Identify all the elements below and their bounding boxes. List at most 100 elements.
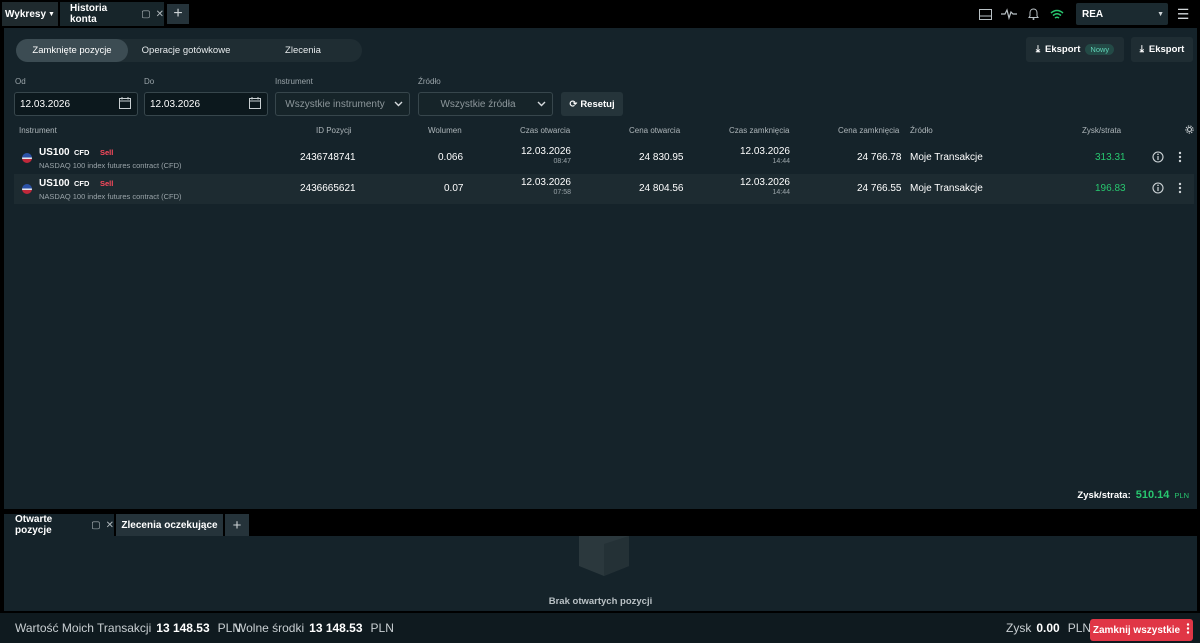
row-open-time: 12.03.2026 08:47 <box>514 146 571 165</box>
signal-icon[interactable] <box>998 3 1020 25</box>
header-open-time: Czas otwarcia <box>520 126 571 135</box>
tab-account-history-label: Historia konta <box>70 3 108 25</box>
export-label: Eksport <box>1148 44 1185 55</box>
total-pnl-currency: PLN <box>1174 491 1189 500</box>
segment-cash-operations[interactable]: Operacje gotówkowe <box>128 39 244 62</box>
chevron-down-icon <box>537 99 546 110</box>
status-value-amount: 13 148.53 <box>156 621 210 635</box>
row-open-price: 24 830.95 <box>639 152 684 163</box>
row-close-date-value: 12.03.2026 <box>739 177 790 188</box>
download-icon: ⤓ <box>1035 44 1041 55</box>
close-all-button[interactable]: Zamknij wszystkie <box>1090 619 1193 641</box>
header-open-price: Cena otwarcia <box>629 126 681 135</box>
row-close-date-value: 12.03.2026 <box>739 146 790 157</box>
row-open-time-value: 07:58 <box>553 189 571 196</box>
row-pnl: 313.31 <box>1095 152 1126 163</box>
row-open-date-value: 12.03.2026 <box>520 177 571 188</box>
detach-icon[interactable]: ▢ <box>141 9 150 20</box>
us-flag-icon <box>22 153 32 163</box>
status-pnl-amount: 0.00 <box>1036 621 1060 635</box>
calendar-icon[interactable] <box>119 96 131 112</box>
row-symbol: US100 <box>39 147 70 158</box>
to-label: Do <box>144 77 155 86</box>
reset-button[interactable]: ⟳ Resetuj <box>561 92 623 116</box>
status-free-funds: Wolne środki 13 148.53 PLN <box>235 613 394 643</box>
close-icon[interactable]: ✕ <box>156 9 164 20</box>
close-icon[interactable]: ✕ <box>106 520 114 531</box>
chevron-down-icon: ▼ <box>48 10 55 18</box>
status-pnl-currency: PLN <box>1067 621 1092 635</box>
status-pnl-label: Zysk <box>1006 621 1032 635</box>
top-right-toolbar: REA ▼ ☰ <box>974 0 1200 28</box>
total-pnl: Zysk/strata: 510.14 PLN <box>1077 489 1189 501</box>
from-date-input[interactable]: 12.03.2026 <box>14 92 138 116</box>
row-description: NASDAQ 100 index futures contract (CFD) <box>39 161 182 170</box>
row-open-time: 12.03.2026 07:58 <box>514 177 571 196</box>
status-transactions-value: Wartość Moich Transakcji 13 148.53 PLN <box>15 613 241 643</box>
empty-box-icon <box>579 536 629 576</box>
segment-orders[interactable]: Zlecenia <box>244 39 362 62</box>
calendar-icon[interactable] <box>249 96 261 112</box>
bottom-tabs: Otwarte pozycje ▢ ✕ Zlecenia oczekujące … <box>4 514 249 536</box>
add-tab-button[interactable]: + <box>225 514 249 536</box>
table-row[interactable]: US100 CFD Sell NASDAQ 100 index futures … <box>14 143 1194 173</box>
header-position-id: ID Pozycji <box>316 126 352 135</box>
row-type-badge: CFD <box>74 179 90 188</box>
info-icon[interactable] <box>1152 182 1164 194</box>
row-side-badge: Sell <box>100 148 114 157</box>
row-volume: 0.07 <box>444 183 464 194</box>
segment-closed-positions[interactable]: Zamknięte pozycje <box>16 39 128 62</box>
status-value-label: Wartość Moich Transakcji <box>15 621 152 635</box>
source-select[interactable]: Wszystkie źródła <box>418 92 553 116</box>
to-date-value: 12.03.2026 <box>150 98 201 110</box>
table-header: Instrument ID Pozycji Wolumen Czas otwar… <box>4 125 1197 138</box>
info-icon[interactable] <box>1152 151 1164 163</box>
tab-pending-orders[interactable]: Zlecenia oczekujące <box>116 514 223 536</box>
row-close-price: 24 766.55 <box>857 183 902 194</box>
instrument-select[interactable]: Wszystkie instrumenty <box>275 92 410 116</box>
tab-open-positions[interactable]: Otwarte pozycje ▢ ✕ <box>4 514 114 536</box>
wifi-icon <box>1046 3 1068 25</box>
more-vertical-icon[interactable] <box>1174 182 1186 194</box>
total-pnl-label: Zysk/strata: <box>1077 490 1131 501</box>
export-new-label: Eksport <box>1045 44 1081 55</box>
source-select-value: Wszystkie źródła <box>440 98 516 110</box>
to-date-input[interactable]: 12.03.2026 <box>144 92 268 116</box>
us-flag-icon <box>22 184 32 194</box>
menu-icon[interactable]: ☰ <box>1170 3 1196 25</box>
bell-icon[interactable] <box>1022 3 1044 25</box>
row-close-time-value: 14:44 <box>772 189 790 196</box>
layout-icon[interactable] <box>974 3 996 25</box>
more-vertical-icon[interactable] <box>1174 151 1186 163</box>
refresh-icon: ⟳ <box>569 98 578 110</box>
account-history-panel: Zamknięte pozycje Operacje gotówkowe Zle… <box>4 28 1197 509</box>
plus-icon: + <box>173 5 183 22</box>
total-pnl-value: 510.14 <box>1135 489 1170 501</box>
add-tab-button[interactable]: + <box>167 4 189 24</box>
header-pnl: Zysk/strata <box>1082 126 1122 135</box>
more-vertical-icon <box>1186 623 1190 637</box>
instrument-select-value: Wszystkie instrumenty <box>285 98 385 110</box>
source-label: Źródło <box>418 77 441 86</box>
detach-icon[interactable]: ▢ <box>91 520 100 531</box>
tab-account-history[interactable]: Historia konta ▢ ✕ <box>60 2 164 26</box>
close-all-label: Zamknij wszystkie <box>1092 624 1181 636</box>
row-close-price: 24 766.78 <box>857 152 902 163</box>
row-volume: 0.066 <box>438 152 464 163</box>
row-close-time-value: 14:44 <box>772 158 790 165</box>
table-row[interactable]: US100 CFD Sell NASDAQ 100 index futures … <box>14 174 1194 204</box>
account-selector[interactable]: REA ▼ <box>1076 3 1168 25</box>
gear-icon[interactable] <box>1185 125 1194 136</box>
plus-icon: + <box>232 516 242 534</box>
header-volume: Wolumen <box>428 126 462 135</box>
tab-charts-label: Wykresy <box>5 8 47 20</box>
header-instrument: Instrument <box>19 126 57 135</box>
empty-state-text: Brak otwartych pozycji <box>548 596 653 607</box>
export-new-button[interactable]: ⤓ Eksport Nowy <box>1026 37 1124 62</box>
account-masked <box>1107 7 1158 21</box>
row-description: NASDAQ 100 index futures contract (CFD) <box>39 192 182 201</box>
from-date-value: 12.03.2026 <box>20 98 71 110</box>
export-button[interactable]: ⤓ Eksport <box>1131 37 1193 62</box>
status-free-label: Wolne środki <box>235 621 305 635</box>
tab-charts[interactable]: Wykresy ▼ <box>2 2 58 26</box>
